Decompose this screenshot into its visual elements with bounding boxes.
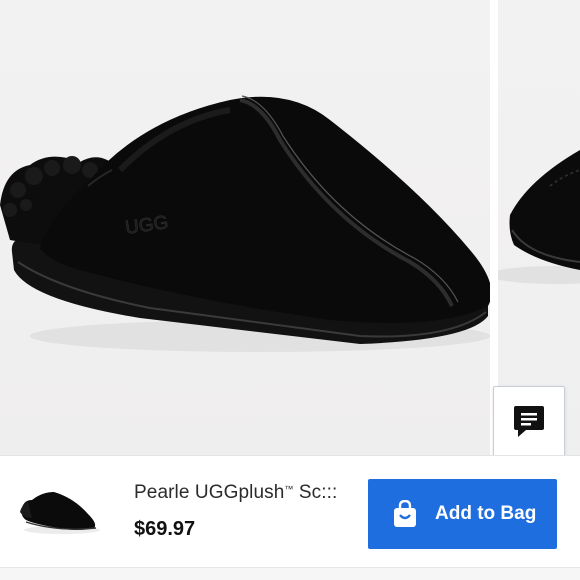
- product-title-text: Pearle UGGplush: [134, 482, 285, 503]
- product-title-truncated: Sc:::: [293, 482, 338, 503]
- product-image: UGG: [0, 95, 490, 352]
- add-to-bag-button[interactable]: Add to Bag: [368, 479, 557, 549]
- product-thumbnail: [20, 492, 100, 534]
- carousel-slide-current[interactable]: UGG: [0, 0, 490, 455]
- product-screen: UGG Pearle UGGplush™ Sc::: $69.97 Add to…: [0, 0, 580, 580]
- chat-button[interactable]: [493, 386, 565, 455]
- bottom-edge: [0, 567, 580, 580]
- add-to-bag-label: Add to Bag: [435, 503, 537, 524]
- trademark-symbol: ™: [284, 484, 294, 494]
- product-image-carousel[interactable]: UGG: [0, 0, 580, 455]
- product-title: Pearle UGGplush™ Sc:::: [134, 482, 356, 504]
- shopping-bag-icon: [394, 500, 416, 527]
- chat-bubble-icon: [514, 405, 544, 437]
- sticky-purchase-bar: Pearle UGGplush™ Sc::: $69.97 Add to Bag: [0, 455, 580, 567]
- product-price: $69.97: [134, 518, 196, 540]
